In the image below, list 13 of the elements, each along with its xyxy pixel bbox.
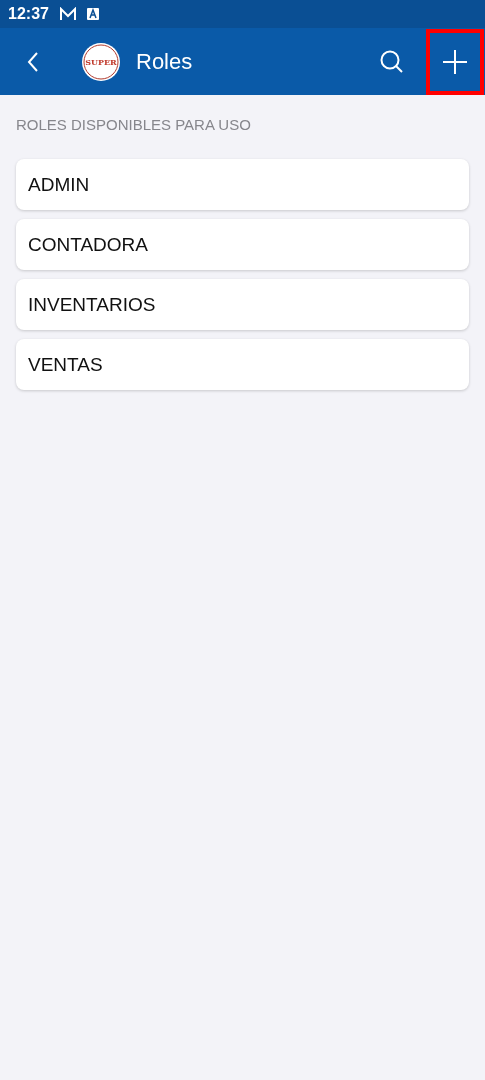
logo-icon: SUPER [82,42,120,81]
role-item[interactable]: VENTAS [16,339,469,390]
status-time: 12:37 [8,5,49,23]
plus-icon [441,47,469,76]
mail-icon [58,7,77,21]
section-header: ROLES DISPONIBLES PARA USO [16,115,252,135]
role-item[interactable]: ADMIN [16,159,469,210]
screen-title: Roles [136,48,194,75]
role-item[interactable]: INVENTARIOS [16,279,469,330]
notification-icon [86,8,99,20]
add-button[interactable] [426,28,484,95]
search-icon [379,48,405,75]
role-item[interactable]: CONTADORA [16,219,469,270]
